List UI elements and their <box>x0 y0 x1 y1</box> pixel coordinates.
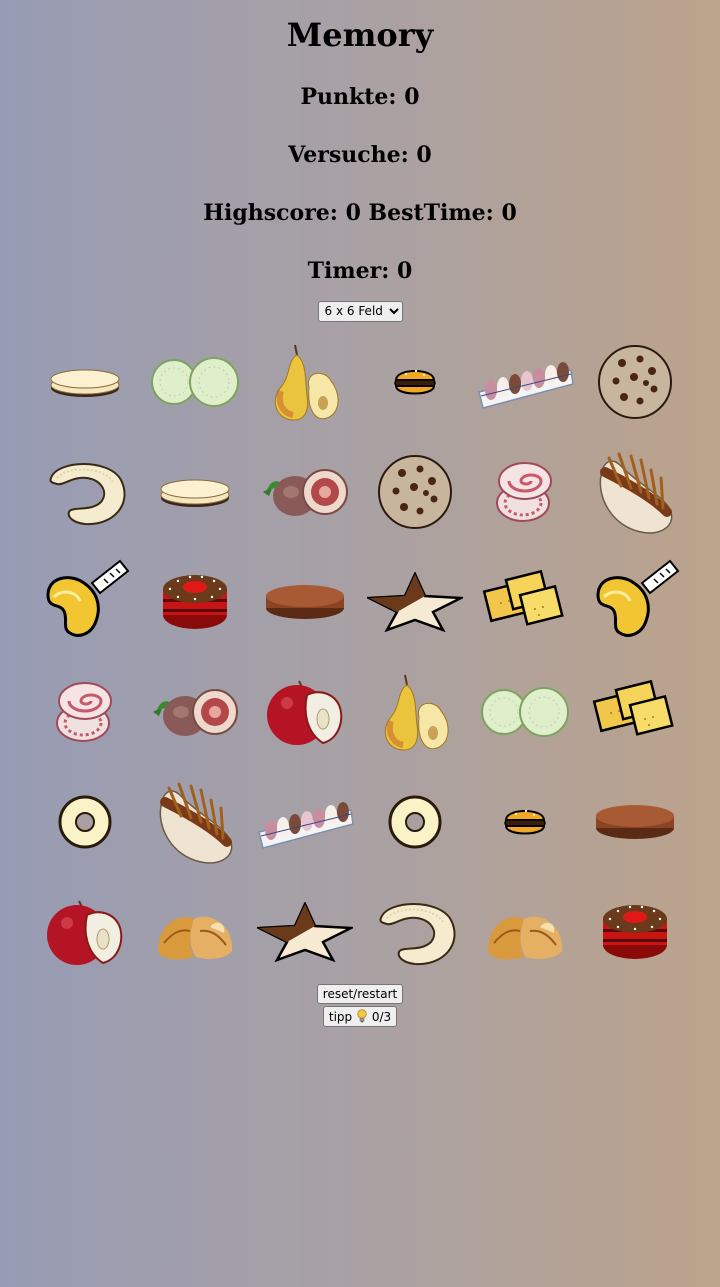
card-cucumber[interactable] <box>470 657 580 767</box>
fortune-cookie-icon <box>46 559 130 637</box>
burger-icon <box>504 809 546 835</box>
fig-icon <box>263 469 348 516</box>
cookie-icon <box>598 345 672 419</box>
card-apple[interactable] <box>30 877 140 987</box>
croissant-icon <box>158 916 233 960</box>
card-ring[interactable] <box>360 767 470 877</box>
card-salami[interactable] <box>470 437 580 547</box>
card-wafer[interactable] <box>30 327 140 437</box>
cake-icon <box>603 905 667 959</box>
tipp-button-label: tipp <box>328 1010 353 1024</box>
card-pear[interactable] <box>360 657 470 767</box>
crackers-icon <box>482 569 564 626</box>
card-crackers[interactable] <box>470 547 580 657</box>
pretzel-icon <box>49 463 126 526</box>
crackers-icon <box>592 679 674 736</box>
cucumber-icon <box>481 687 569 737</box>
board-size-select[interactable]: 6 x 6 Feld <box>317 300 403 322</box>
fortune-cookie-icon <box>596 559 680 637</box>
pear-icon <box>274 344 339 421</box>
card-salami[interactable] <box>30 657 140 767</box>
card-star[interactable] <box>360 547 470 657</box>
card-pear[interactable] <box>250 327 360 437</box>
card-grid <box>30 327 690 987</box>
lightbulb-icon <box>357 1009 367 1023</box>
ring-icon <box>388 795 442 849</box>
card-fig[interactable] <box>140 657 250 767</box>
card-burger[interactable] <box>470 767 580 877</box>
star-icon <box>367 572 463 632</box>
cake-icon <box>163 575 227 629</box>
salami-icon <box>496 462 552 522</box>
score-label: Punkte: 0 <box>300 84 420 110</box>
card-ring[interactable] <box>30 767 140 877</box>
burger-icon <box>394 369 436 395</box>
attempts-label: Versuche: 0 <box>288 142 432 168</box>
card-hotdog[interactable] <box>580 437 690 547</box>
card-pretzel[interactable] <box>360 877 470 987</box>
card-fig[interactable] <box>250 437 360 547</box>
tipp-count: 0/3 <box>371 1010 392 1024</box>
page-title: Memory <box>286 16 434 54</box>
pretzel-icon <box>379 903 456 966</box>
card-cake[interactable] <box>580 877 690 987</box>
card-pretzel[interactable] <box>30 437 140 547</box>
hotdog-icon <box>599 452 673 534</box>
apple-icon <box>267 680 343 745</box>
croissant-icon <box>488 916 563 960</box>
pie-disc-icon <box>596 805 674 839</box>
card-fortune-cookie[interactable] <box>30 547 140 657</box>
card-hotdog[interactable] <box>140 767 250 877</box>
salami-icon <box>56 682 112 742</box>
card-cookie[interactable] <box>580 327 690 437</box>
card-cucumber[interactable] <box>140 327 250 437</box>
timer-label: Timer: 0 <box>307 258 413 284</box>
board-size-wrapper: 6 x 6 Feld <box>0 300 720 322</box>
reset-button[interactable]: reset/restart <box>316 984 404 1004</box>
card-cookie-box[interactable] <box>470 327 580 437</box>
controls: reset/restart tipp 0/3 <box>0 983 720 1029</box>
card-pie-disc[interactable] <box>580 767 690 877</box>
card-pie-disc[interactable] <box>250 547 360 657</box>
card-star[interactable] <box>250 877 360 987</box>
card-croissant[interactable] <box>470 877 580 987</box>
card-cookie-box[interactable] <box>250 767 360 877</box>
apple-icon <box>47 900 123 965</box>
cookie-icon <box>378 455 452 529</box>
cookie-box-icon <box>478 362 574 409</box>
card-croissant[interactable] <box>140 877 250 987</box>
pear-icon <box>384 674 449 751</box>
cookie-box-icon <box>258 802 354 849</box>
tipp-button[interactable]: tipp 0/3 <box>322 1006 398 1027</box>
card-apple[interactable] <box>250 657 360 767</box>
card-cookie[interactable] <box>360 437 470 547</box>
ring-icon <box>58 795 112 849</box>
card-crackers[interactable] <box>580 657 690 767</box>
wafer-icon <box>50 369 120 397</box>
cucumber-icon <box>151 357 239 407</box>
card-fortune-cookie[interactable] <box>580 547 690 657</box>
star-icon <box>257 902 353 962</box>
hotdog-icon <box>159 782 233 864</box>
card-wafer[interactable] <box>140 437 250 547</box>
wafer-icon <box>160 479 230 507</box>
card-cake[interactable] <box>140 547 250 657</box>
highscore-label: Highscore: 0 BestTime: 0 <box>203 200 517 226</box>
fig-icon <box>153 689 238 736</box>
card-burger[interactable] <box>360 327 470 437</box>
pie-disc-icon <box>266 585 344 619</box>
